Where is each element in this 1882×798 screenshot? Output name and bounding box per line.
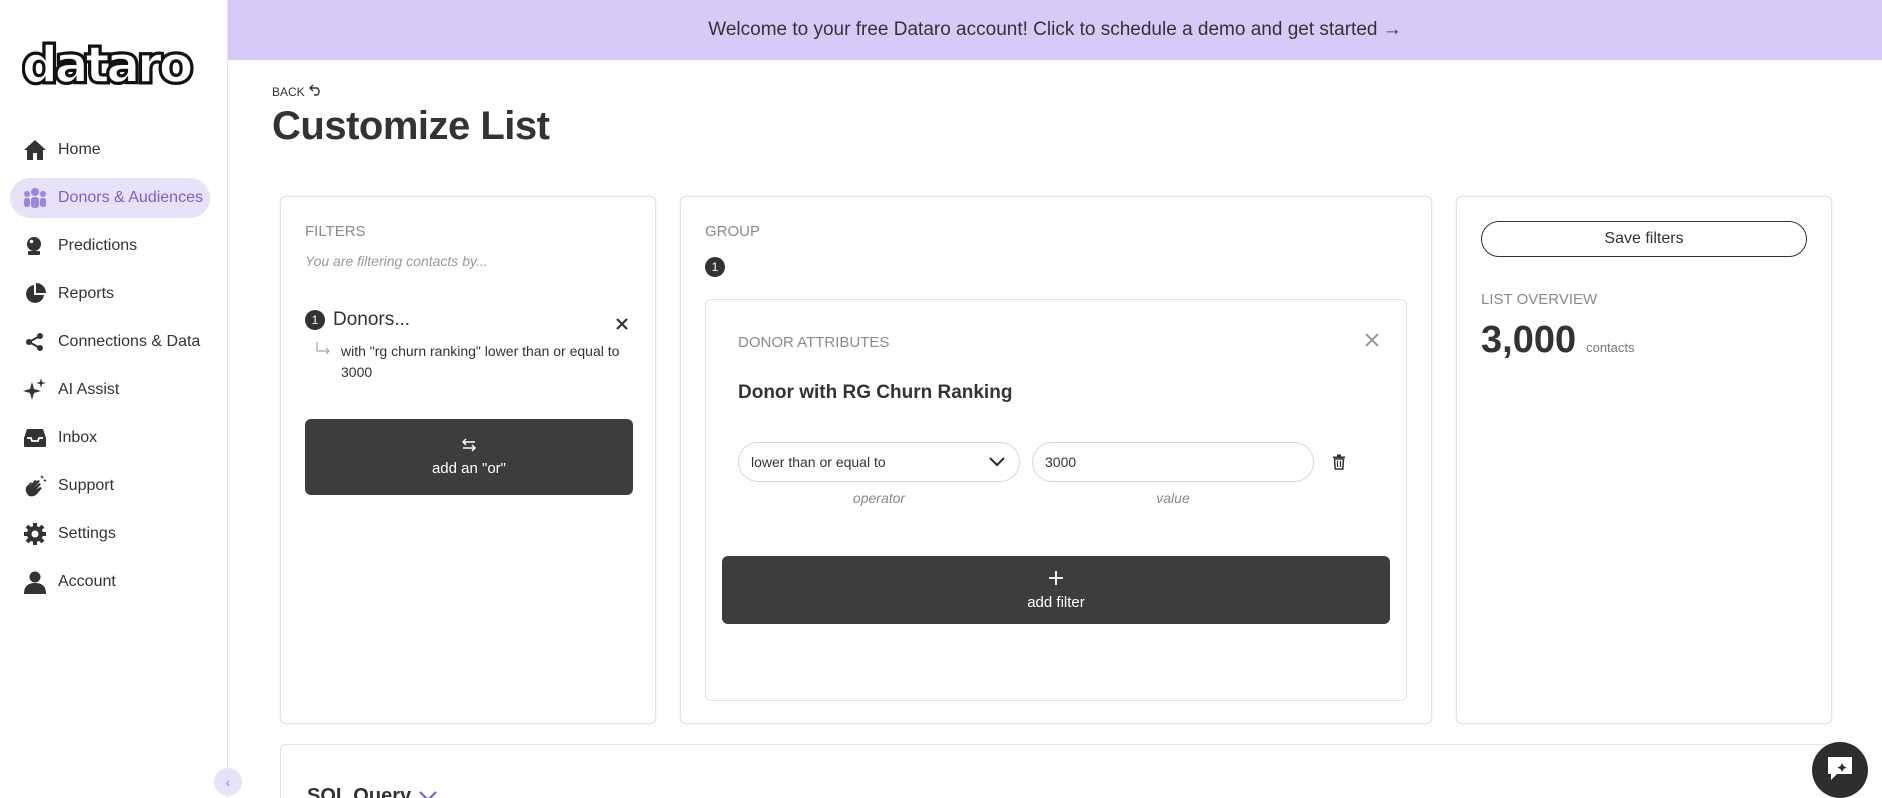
add-filter-button[interactable]: add filter xyxy=(722,556,1390,624)
save-filters-label: Save filters xyxy=(1604,230,1684,247)
sidebar-collapse-button[interactable]: ‹ xyxy=(214,768,242,796)
plus-icon xyxy=(1048,570,1064,590)
people-icon xyxy=(22,185,48,211)
crystal-ball-icon xyxy=(22,233,48,259)
logo-mark: dataro dataro xyxy=(20,34,198,97)
donor-attributes-label: DONOR ATTRIBUTES xyxy=(738,334,890,351)
sidebar-item-reports[interactable]: Reports xyxy=(10,274,210,314)
operator-selected-value: lower than or equal to xyxy=(751,454,886,470)
dataro-logo[interactable]: dataro dataro xyxy=(20,34,198,97)
sidebar-item-label: AI Assist xyxy=(58,381,120,398)
gear-icon xyxy=(22,521,48,547)
sidebar-item-label: Donors & Audiences xyxy=(58,189,203,206)
sidebar-item-label: Support xyxy=(58,477,115,494)
sql-query-title: SQL Query xyxy=(307,785,412,798)
chat-widget-button[interactable] xyxy=(1812,742,1868,798)
list-overview-card: Save filters LIST OVERVIEW 3,000 contact… xyxy=(1456,196,1832,724)
sidebar-item-label: Reports xyxy=(58,285,115,302)
inbox-icon xyxy=(22,425,48,451)
banner-text: Welcome to your free Dataro account! Cli… xyxy=(708,19,1402,40)
svg-text:dataro: dataro xyxy=(22,40,192,90)
sparkles-icon xyxy=(22,377,48,403)
add-filter-label: add filter xyxy=(1027,593,1085,611)
sql-query-toggle[interactable]: SQL Query xyxy=(307,785,437,798)
contact-count: 3,000 contacts xyxy=(1481,319,1635,362)
chat-bubble-icon xyxy=(1825,754,1855,787)
page-title: Customize List xyxy=(272,104,550,148)
sidebar-item-label: Inbox xyxy=(58,429,98,446)
sidebar-item-home[interactable]: Home xyxy=(10,130,210,170)
filter-item-detail: with "rg churn ranking" lower than or eq… xyxy=(341,343,620,380)
chevron-down-icon xyxy=(989,454,1005,470)
sidebar-item-inbox[interactable]: Inbox xyxy=(10,418,210,458)
undo-arrow-icon xyxy=(308,84,322,99)
sidebar-item-ai-assist[interactable]: AI Assist xyxy=(10,370,210,410)
remove-filter-button[interactable] xyxy=(615,317,629,336)
welcome-banner[interactable]: Welcome to your free Dataro account! Cli… xyxy=(228,0,1882,60)
hand-wave-icon xyxy=(22,473,48,499)
delete-condition-button[interactable] xyxy=(1332,454,1346,475)
corner-arrow-icon xyxy=(315,341,333,362)
filters-card: FILTERS You are filtering contacts by...… xyxy=(280,196,656,724)
value-input[interactable] xyxy=(1032,442,1314,482)
operator-select[interactable]: lower than or equal to xyxy=(738,442,1020,482)
group-label: GROUP xyxy=(705,223,761,240)
sidebar-item-predictions[interactable]: Predictions xyxy=(10,226,210,266)
sql-query-card: SQL Query xyxy=(280,744,1832,798)
trash-icon xyxy=(1332,454,1346,474)
sidebar-item-support[interactable]: Support xyxy=(10,466,210,506)
donor-attributes-box: DONOR ATTRIBUTES Donor with RG Churn Ran… xyxy=(705,299,1407,701)
share-icon xyxy=(22,329,48,355)
filter-number-badge: 1 xyxy=(305,310,325,330)
chevron-left-icon: ‹ xyxy=(225,774,231,790)
value-caption: value xyxy=(1156,490,1190,506)
sidebar: dataro dataro Home Donors & Audiences Pr… xyxy=(0,0,242,798)
sidebar-item-label: Settings xyxy=(58,525,116,542)
filter-item-title: Donors... xyxy=(333,309,411,330)
filters-subtitle: You are filtering contacts by... xyxy=(305,253,488,269)
contact-count-value: 3,000 xyxy=(1481,319,1577,361)
back-link[interactable]: BACK xyxy=(272,84,322,99)
user-icon xyxy=(22,569,48,595)
close-icon xyxy=(615,318,629,335)
sidebar-item-label: Home xyxy=(58,141,101,158)
back-label: BACK xyxy=(272,84,305,99)
list-overview-label: LIST OVERVIEW xyxy=(1481,291,1598,308)
swap-arrows-icon xyxy=(461,437,477,456)
group-number-badge: 1 xyxy=(705,257,725,277)
sidebar-item-label: Account xyxy=(58,573,116,590)
add-or-label: add an "or" xyxy=(431,459,507,477)
remove-group-button[interactable] xyxy=(1364,332,1380,353)
operator-caption: operator xyxy=(852,490,906,506)
sidebar-item-label: Connections & Data xyxy=(58,333,201,350)
sidebar-item-donors-audiences[interactable]: Donors & Audiences xyxy=(10,178,210,218)
sidebar-item-account[interactable]: Account xyxy=(10,562,210,602)
filter-item-header: 1 Donors... xyxy=(305,309,410,331)
filters-label: FILTERS xyxy=(305,223,366,240)
sidebar-nav: Home Donors & Audiences Predictions Repo… xyxy=(10,130,210,610)
add-or-button[interactable]: add an "or" xyxy=(305,419,633,495)
pie-chart-icon xyxy=(22,281,48,307)
chevron-down-icon xyxy=(419,785,437,798)
sidebar-item-connections-data[interactable]: Connections & Data xyxy=(10,322,210,362)
attribute-title: Donor with RG Churn Ranking xyxy=(738,382,1013,403)
group-card: GROUP 1 DONOR ATTRIBUTES Donor with RG C… xyxy=(680,196,1432,724)
sidebar-item-label: Predictions xyxy=(58,237,138,254)
home-icon xyxy=(22,137,48,163)
save-filters-button[interactable]: Save filters xyxy=(1481,221,1807,257)
sidebar-item-settings[interactable]: Settings xyxy=(10,514,210,554)
contact-count-unit: contacts xyxy=(1586,340,1635,355)
close-icon xyxy=(1364,333,1380,352)
